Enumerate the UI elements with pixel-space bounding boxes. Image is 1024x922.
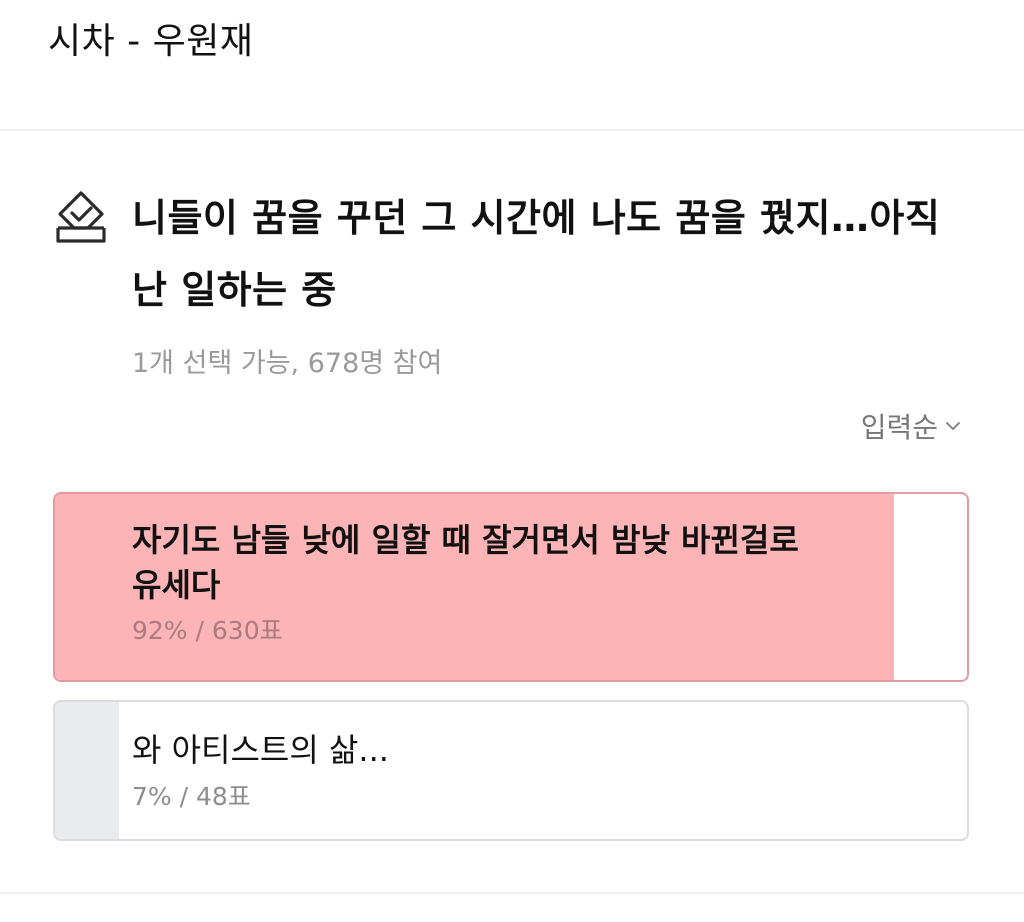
option-vote-stats: 7% / 48표 xyxy=(132,782,251,811)
sort-label: 입력순 xyxy=(860,411,938,444)
sort-dropdown[interactable]: 입력순 xyxy=(861,404,962,448)
option-label: 와 아티스트의 삶... xyxy=(132,731,389,769)
poll-option-2[interactable]: 와 아티스트의 삶... 7% / 48표 xyxy=(53,700,969,841)
page-title: 시차 - 우원재 xyxy=(48,21,254,62)
poll-option-1[interactable]: 자기도 남들 낮에 일할 때 잘거면서 밤낮 바뀐걸로 유세다 92% / 63… xyxy=(53,492,969,682)
page-header: 시차 - 우원재 xyxy=(0,0,1024,131)
option-label: 자기도 남들 낮에 일할 때 잘거면서 밤낮 바뀐걸로 유세다 xyxy=(132,521,799,604)
ballot-check-icon xyxy=(56,191,106,243)
chevron-down-icon xyxy=(946,422,960,430)
option-vote-stats: 92% / 630표 xyxy=(132,616,283,645)
poll-meta: 1개 선택 가능, 678명 참여 xyxy=(132,348,443,379)
divider xyxy=(0,892,1024,894)
vote-bar-fill xyxy=(55,702,119,839)
poll-question: 니들이 꿈을 꾸던 그 시간에 나도 꿈을 꿨지…아직 난 일하는 중 xyxy=(132,196,941,312)
